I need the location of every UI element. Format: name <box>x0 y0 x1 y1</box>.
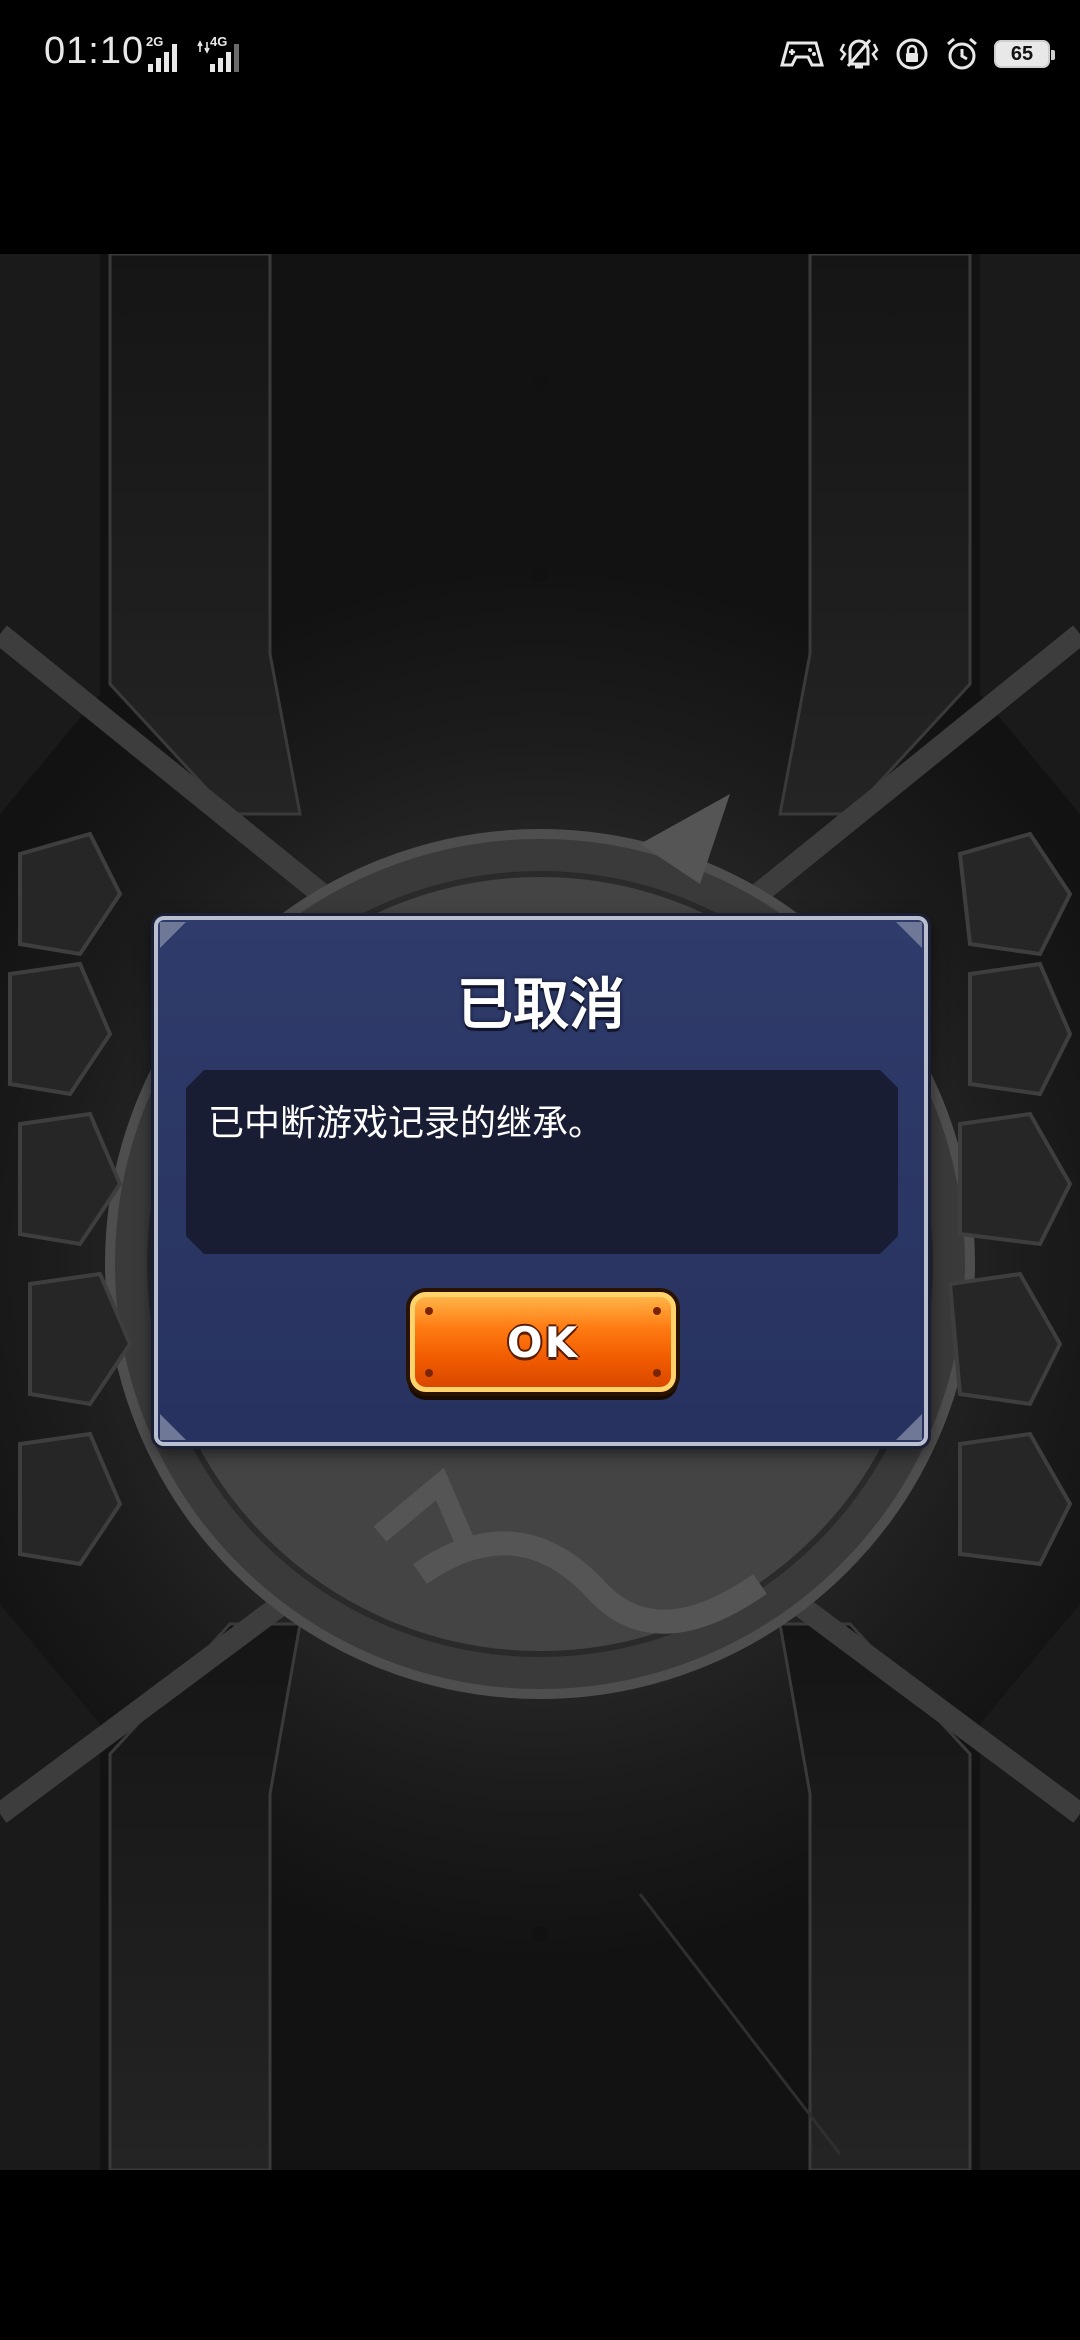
battery-level: 65 <box>1010 42 1034 65</box>
vibrate-icon <box>839 39 879 69</box>
message-box: 已中断游戏记录的继承。 <box>186 1070 898 1254</box>
sim2-signal-icon: 4G <box>196 34 246 72</box>
dialog-title: 已取消 <box>457 973 625 1038</box>
dialog-corner <box>896 922 922 948</box>
battery-icon: 65 <box>994 40 1055 68</box>
dialog-corner <box>160 1414 186 1440</box>
dialog-corner <box>160 922 186 948</box>
sim1-signal-icon: 2G <box>146 34 188 72</box>
alarm-icon <box>947 37 977 70</box>
ok-button[interactable]: OK <box>410 1292 676 1392</box>
dialog-corner <box>896 1414 922 1440</box>
gamepad-icon <box>780 41 824 67</box>
navigation-bar-area <box>0 2170 1080 2340</box>
status-time: 01:10 <box>44 30 145 72</box>
status-bar: 01:10 2G 4G 65 <box>0 0 1080 110</box>
rotation-lock-icon <box>896 38 928 70</box>
screen: 01:10 2G 4G 65 已取消 已中断游戏记录的继承。 OK <box>0 0 1080 2340</box>
cancelled-dialog: 已取消 已中断游戏记录的继承。 OK <box>154 916 928 1446</box>
dialog-message: 已中断游戏记录的继承。 <box>208 1103 605 1144</box>
status-icons: 65 <box>780 34 1055 74</box>
ok-button-label: OK <box>506 1317 580 1367</box>
